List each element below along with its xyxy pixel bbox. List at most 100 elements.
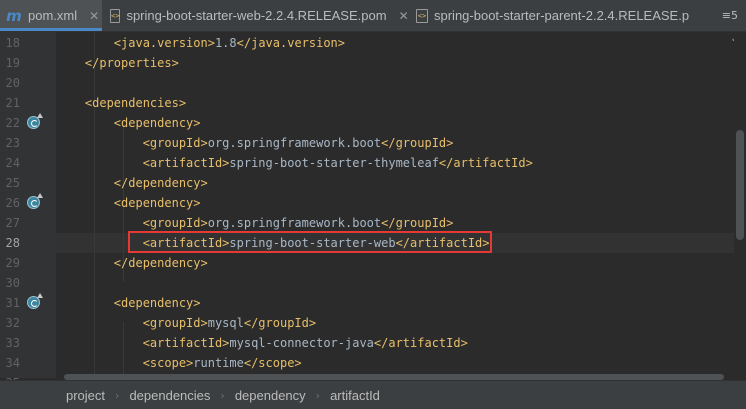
line-number: 21 <box>5 96 20 110</box>
xml-text: org.springframework.boot <box>207 216 382 230</box>
xml-close-tag: </scope> <box>243 356 302 370</box>
xml-close-tag: </groupId> <box>381 216 454 230</box>
code-line: <artifactId>mysql-connector-java</artifa… <box>56 333 468 353</box>
xml-file-icon: <> <box>416 8 428 23</box>
xml-close-tag: </artifactId> <box>438 156 533 170</box>
tab-overflow-button[interactable]: ≡ 5 <box>722 0 738 31</box>
breadcrumb-item-project[interactable]: project <box>66 388 105 403</box>
xml-open-tag: <dependency> <box>113 116 201 130</box>
xml-text: spring-boot-starter-web <box>229 236 396 250</box>
xml-text: mysql <box>207 316 244 330</box>
line-number: 19 <box>5 56 20 70</box>
breadcrumb-item-dependency[interactable]: dependency <box>235 388 306 403</box>
xml-close-tag: </java.version> <box>236 36 346 50</box>
dependency-gutter-icon[interactable] <box>27 193 43 209</box>
breadcrumb-item-artifactid[interactable]: artifactId <box>330 388 380 403</box>
breadcrumb: project › dependencies › dependency › ar… <box>0 380 746 409</box>
code-line: <artifactId>spring-boot-starter-thymelea… <box>56 153 533 173</box>
list-icon: ≡ <box>721 9 731 22</box>
code-line: <dependency> <box>56 293 201 313</box>
vertical-scrollbar-thumb[interactable] <box>736 130 744 240</box>
dependency-gutter-icon[interactable] <box>27 293 43 309</box>
code-line: <dependencies> <box>56 93 186 113</box>
xml-open-tag: <dependency> <box>113 196 201 210</box>
xml-open-tag: <artifactId> <box>142 156 230 170</box>
xml-text: mysql-connector-java <box>229 336 374 350</box>
close-icon[interactable]: ✕ <box>399 9 408 23</box>
tab-label: spring-boot-starter-web-2.2.4.RELEASE.po… <box>126 8 387 23</box>
tab-label: spring-boot-starter-parent-2.2.4.RELEASE… <box>434 8 690 23</box>
xml-file-icon: <> <box>110 8 121 23</box>
line-number: 29 <box>5 256 20 270</box>
maven-icon: m <box>6 6 22 25</box>
dependency-gutter-icon[interactable] <box>27 113 43 129</box>
line-number: 32 <box>5 316 20 330</box>
tab-spring-boot-starter-web-pom[interactable]: <> spring-boot-starter-web-2.2.4.RELEASE… <box>104 0 408 31</box>
line-number: 28 <box>5 236 20 250</box>
code-line: </properties> <box>56 53 179 73</box>
line-number: 23 <box>5 136 20 150</box>
xml-close-tag: </groupId> <box>381 136 454 150</box>
xml-close-tag: </artifactId> <box>373 336 468 350</box>
code-line: <scope>runtime</scope> <box>56 353 302 373</box>
code-line: <java.version>1.8</java.version> <box>56 33 345 53</box>
line-number: 25 <box>5 176 20 190</box>
line-number: 33 <box>5 336 20 350</box>
code-line: <groupId>mysql</groupId> <box>56 313 316 333</box>
tab-spring-boot-starter-parent-pom[interactable]: <> spring-boot-starter-parent-2.2.4.RELE… <box>410 0 700 31</box>
xml-open-tag: </dependency> <box>113 256 208 270</box>
line-number: 31 <box>5 296 20 310</box>
xml-open-tag: </dependency> <box>113 176 208 190</box>
tab-label: pom.xml <box>28 8 78 23</box>
xml-open-tag: <groupId> <box>142 216 208 230</box>
code-line: <groupId>org.springframework.boot</group… <box>56 213 454 233</box>
code-editor[interactable]: <java.version>1.8</java.version> </prope… <box>56 32 734 378</box>
xml-open-tag: </properties> <box>84 56 179 70</box>
breadcrumb-item-dependencies[interactable]: dependencies <box>129 388 210 403</box>
line-number: 20 <box>5 76 20 90</box>
xml-open-tag: <dependency> <box>113 296 201 310</box>
tab-overflow-count: 5 <box>731 9 738 22</box>
chevron-right-icon: › <box>115 388 120 402</box>
xml-text: org.springframework.boot <box>207 136 382 150</box>
tab-pom-xml[interactable]: m pom.xml ✕ <box>0 0 102 31</box>
code-line: </dependency> <box>56 253 208 273</box>
code-line: <groupId>org.springframework.boot</group… <box>56 133 454 153</box>
close-icon[interactable]: ✕ <box>89 9 99 23</box>
line-number: 18 <box>5 36 20 50</box>
xml-text: runtime <box>193 356 244 370</box>
chevron-right-icon: › <box>315 388 321 402</box>
code-line: <artifactId>spring-boot-starter-web</art… <box>56 233 490 253</box>
xml-text: 1.8 <box>214 36 237 50</box>
xml-open-tag: <groupId> <box>142 316 208 330</box>
line-number: 26 <box>5 196 20 210</box>
line-number: 22 <box>5 116 20 130</box>
line-number: 24 <box>5 156 20 170</box>
line-number: 30 <box>5 276 20 290</box>
xml-open-tag: <groupId> <box>142 136 208 150</box>
xml-open-tag: <java.version> <box>113 36 215 50</box>
line-number-gutter: 181920212223242526272829303132333435 <box>0 32 56 390</box>
xml-text: spring-boot-starter-thymeleaf <box>229 156 439 170</box>
xml-close-tag: </groupId> <box>243 316 317 330</box>
xml-open-tag: <scope> <box>142 356 194 370</box>
vertical-scrollbar[interactable] <box>734 32 746 378</box>
code-line: <dependency> <box>56 113 201 133</box>
xml-open-tag: <artifactId> <box>142 336 230 350</box>
code-line: <dependency> <box>56 193 201 213</box>
line-number: 34 <box>5 356 20 370</box>
